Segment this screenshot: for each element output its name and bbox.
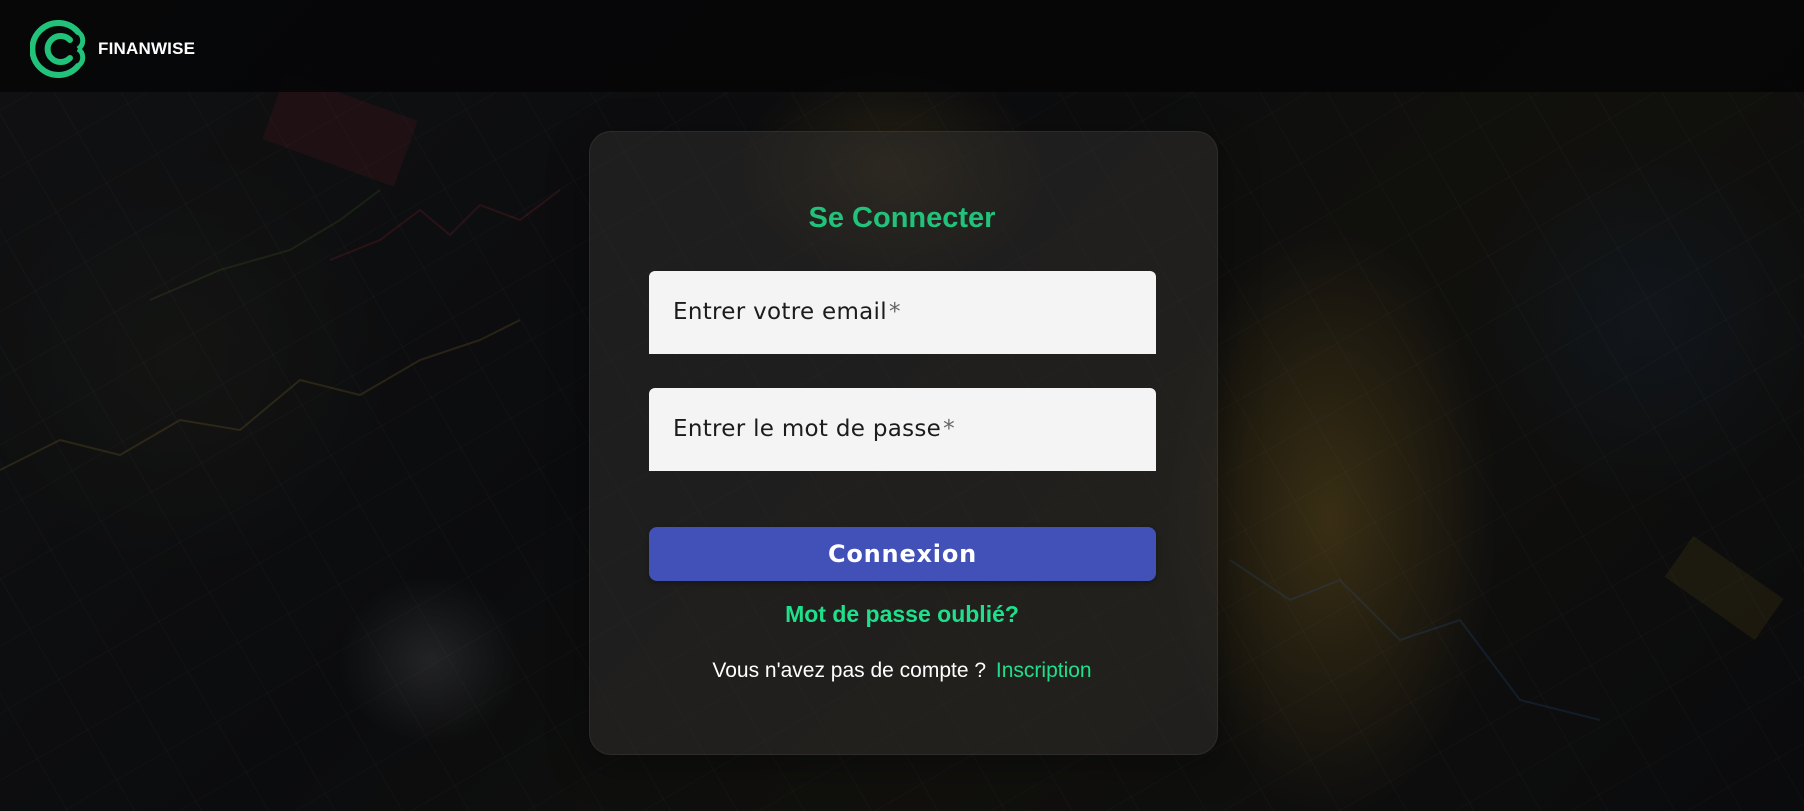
- login-title: Se Connecter: [808, 202, 996, 234]
- login-button[interactable]: Connexion: [649, 527, 1156, 581]
- brand[interactable]: FINANWISE: [30, 18, 195, 80]
- finanwise-logo-icon: [30, 20, 86, 78]
- password-input[interactable]: [649, 388, 1156, 471]
- forgot-password-link[interactable]: Mot de passe oublié?: [785, 601, 1019, 627]
- brand-name: FINANWISE: [98, 39, 196, 58]
- signup-prompt: Vous n'avez pas de compte ?: [712, 659, 987, 682]
- email-input[interactable]: [649, 271, 1156, 354]
- password-field[interactable]: Entrer le mot de passe*: [649, 388, 1156, 471]
- email-field[interactable]: Entrer votre email*: [649, 271, 1156, 354]
- signup-row: Vous n'avez pas de compte ? Inscription: [0, 659, 1804, 683]
- top-navbar: FINANWISE: [0, 0, 1804, 92]
- signup-link[interactable]: Inscription: [996, 659, 1092, 682]
